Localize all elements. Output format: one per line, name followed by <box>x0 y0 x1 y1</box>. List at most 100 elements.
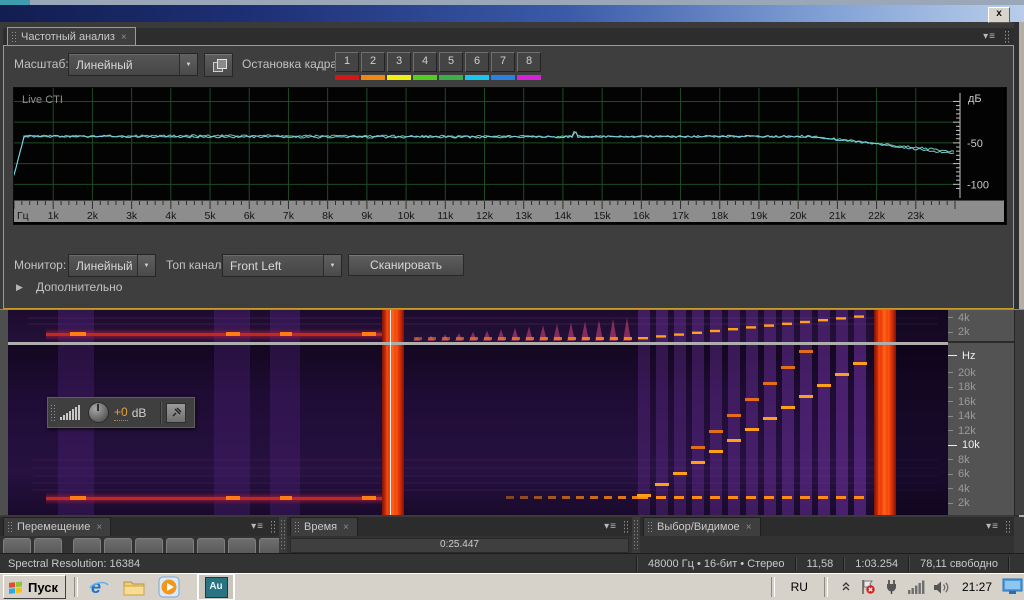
tab-close-icon[interactable]: × <box>96 522 102 533</box>
free-space-text: 78,11 свободно <box>920 558 998 570</box>
panel-menu-icon[interactable]: ▾≡ <box>604 521 617 532</box>
tab-close-icon[interactable]: × <box>121 32 127 43</box>
spectrogram-axis-label-14k: 14k <box>948 410 976 423</box>
svg-text:7k: 7k <box>283 210 295 222</box>
window-titlebar[interactable] <box>0 0 1024 22</box>
show-desktop-icon[interactable] <box>1002 578 1024 596</box>
panel-menu-icon[interactable]: ▾≡ <box>986 521 999 532</box>
gain-overlay-panel[interactable]: +0 dB <box>47 397 195 428</box>
status-separator <box>908 557 910 571</box>
panel-gap-grip[interactable] <box>633 519 639 549</box>
monitor-dropdown[interactable]: Линейный ▼ <box>68 254 156 277</box>
taskbar-clock[interactable]: 21:27 <box>962 580 992 594</box>
spectrogram-frequency-axis[interactable]: 4k2kHz20k18k16k14k12k10k8k6k4k2k <box>948 310 1014 515</box>
scan-button[interactable]: Сканировать <box>348 254 464 276</box>
scale-label: Масштаб: <box>14 57 69 71</box>
vertical-zoom-strip[interactable] <box>1014 310 1024 515</box>
frequency-graph[interactable]: дБ-50-100Гц1k2k3k4k5k6k7k8k9k10k11k12k13… <box>13 87 1007 225</box>
hold-frame-button-3[interactable]: 3 <box>387 52 411 80</box>
transport-button[interactable] <box>197 538 225 553</box>
hold-frame-button-8[interactable]: 8 <box>517 52 541 80</box>
tray-chevron-icon[interactable] <box>840 581 852 593</box>
svg-text:21k: 21k <box>829 210 847 222</box>
speaker-icon[interactable] <box>933 580 950 595</box>
svg-text:Гц: Гц <box>17 210 29 222</box>
hold-frame-color-swatch <box>439 75 463 80</box>
start-button[interactable]: Пуск <box>3 575 66 599</box>
transport-panel: Перемещение × ▾≡ <box>0 517 279 553</box>
panel-menu-icon[interactable]: ▾≡ <box>983 31 996 42</box>
language-indicator[interactable]: RU <box>791 580 808 594</box>
svg-text:Live CTI: Live CTI <box>22 94 63 106</box>
svg-text:1k: 1k <box>48 210 60 222</box>
media-player-icon[interactable] <box>156 575 182 599</box>
panel-grip-icon[interactable] <box>623 520 629 534</box>
panel-grip-icon[interactable] <box>270 520 276 534</box>
explorer-folder-icon[interactable] <box>121 575 147 599</box>
svg-text:15k: 15k <box>594 210 612 222</box>
panel-gap-grip[interactable] <box>280 519 286 549</box>
scale-dropdown[interactable]: Линейный ▼ <box>68 53 198 76</box>
svg-text:19k: 19k <box>750 210 768 222</box>
svg-text:23k: 23k <box>907 210 925 222</box>
chevron-down-icon: ▼ <box>179 54 197 75</box>
audition-icon: Au <box>205 577 228 598</box>
hold-frame-button-7[interactable]: 7 <box>491 52 515 80</box>
hold-label: Остановка кадра: <box>242 57 340 71</box>
spectrogram-axis-label-12k: 12k <box>948 424 976 437</box>
hold-frames-button[interactable] <box>204 53 233 77</box>
svg-text:4k: 4k <box>165 210 177 222</box>
transport-button[interactable] <box>228 538 256 553</box>
svg-text:12k: 12k <box>476 210 494 222</box>
channel-dropdown[interactable]: Front Left ▼ <box>222 254 342 277</box>
chevron-down-icon: ▼ <box>137 255 155 276</box>
tab-selection[interactable]: Выбор/Видимое × <box>643 517 761 536</box>
transport-buttons-row <box>0 536 279 553</box>
audition-task-button[interactable]: Au <box>197 573 235 600</box>
transport-button[interactable] <box>166 538 194 553</box>
power-plug-icon[interactable] <box>884 579 899 595</box>
hold-frame-button-1[interactable]: 1 <box>335 52 359 80</box>
status-separator <box>795 557 797 571</box>
tab-grip-icon <box>11 31 16 43</box>
hold-frame-button-4[interactable]: 4 <box>413 52 437 80</box>
svg-text:16k: 16k <box>633 210 651 222</box>
hold-frame-button-2[interactable]: 2 <box>361 52 385 80</box>
tab-time[interactable]: Время × <box>290 517 358 536</box>
svg-text:20k: 20k <box>790 210 808 222</box>
gain-value[interactable]: +0 <box>114 405 128 421</box>
expander-triangle-icon[interactable]: ▶ <box>16 282 23 293</box>
time-panel: Время × ▾≡ 0:25.447 <box>287 517 632 553</box>
transport-button[interactable] <box>135 538 163 553</box>
spectrogram-axis-label-8k: 8k <box>948 453 970 466</box>
tab-close-icon[interactable]: × <box>343 522 349 533</box>
internet-explorer-icon[interactable]: e <box>86 575 112 599</box>
status-metric2: 1:03.254 <box>855 558 898 570</box>
network-signal-icon[interactable] <box>907 580 925 594</box>
gain-knob[interactable] <box>88 402 109 423</box>
tab-frequency-analysis[interactable]: Частотный анализ × <box>7 27 136 46</box>
panel-menu-icon[interactable]: ▾≡ <box>251 521 264 532</box>
advanced-label[interactable]: Дополнительно <box>36 280 122 294</box>
panel-grip-icon[interactable] <box>1005 520 1011 534</box>
panel-grip-icon[interactable] <box>1004 30 1010 44</box>
overlay-grip-icon[interactable] <box>50 404 55 422</box>
hold-frame-color-swatch <box>517 75 541 80</box>
action-center-error-icon[interactable] <box>860 579 876 595</box>
hold-frame-color-swatch <box>491 75 515 80</box>
hold-frame-color-swatch <box>361 75 385 80</box>
overlay-separator <box>160 402 162 424</box>
transport-button[interactable] <box>3 538 31 553</box>
hold-frame-button-6[interactable]: 6 <box>465 52 489 80</box>
transport-button[interactable] <box>259 538 279 553</box>
spectrogram-axis-label-4k: 4k <box>948 482 970 495</box>
transport-button[interactable] <box>104 538 132 553</box>
pin-button[interactable] <box>166 403 186 423</box>
spectrogram-axis-label-6k: 6k <box>948 468 970 481</box>
window-close-button[interactable]: x <box>988 7 1010 23</box>
transport-button[interactable] <box>73 538 101 553</box>
tab-close-icon[interactable]: × <box>746 522 752 533</box>
transport-button[interactable] <box>34 538 62 553</box>
hold-frame-button-5[interactable]: 5 <box>439 52 463 80</box>
tab-transport[interactable]: Перемещение × <box>3 517 111 536</box>
